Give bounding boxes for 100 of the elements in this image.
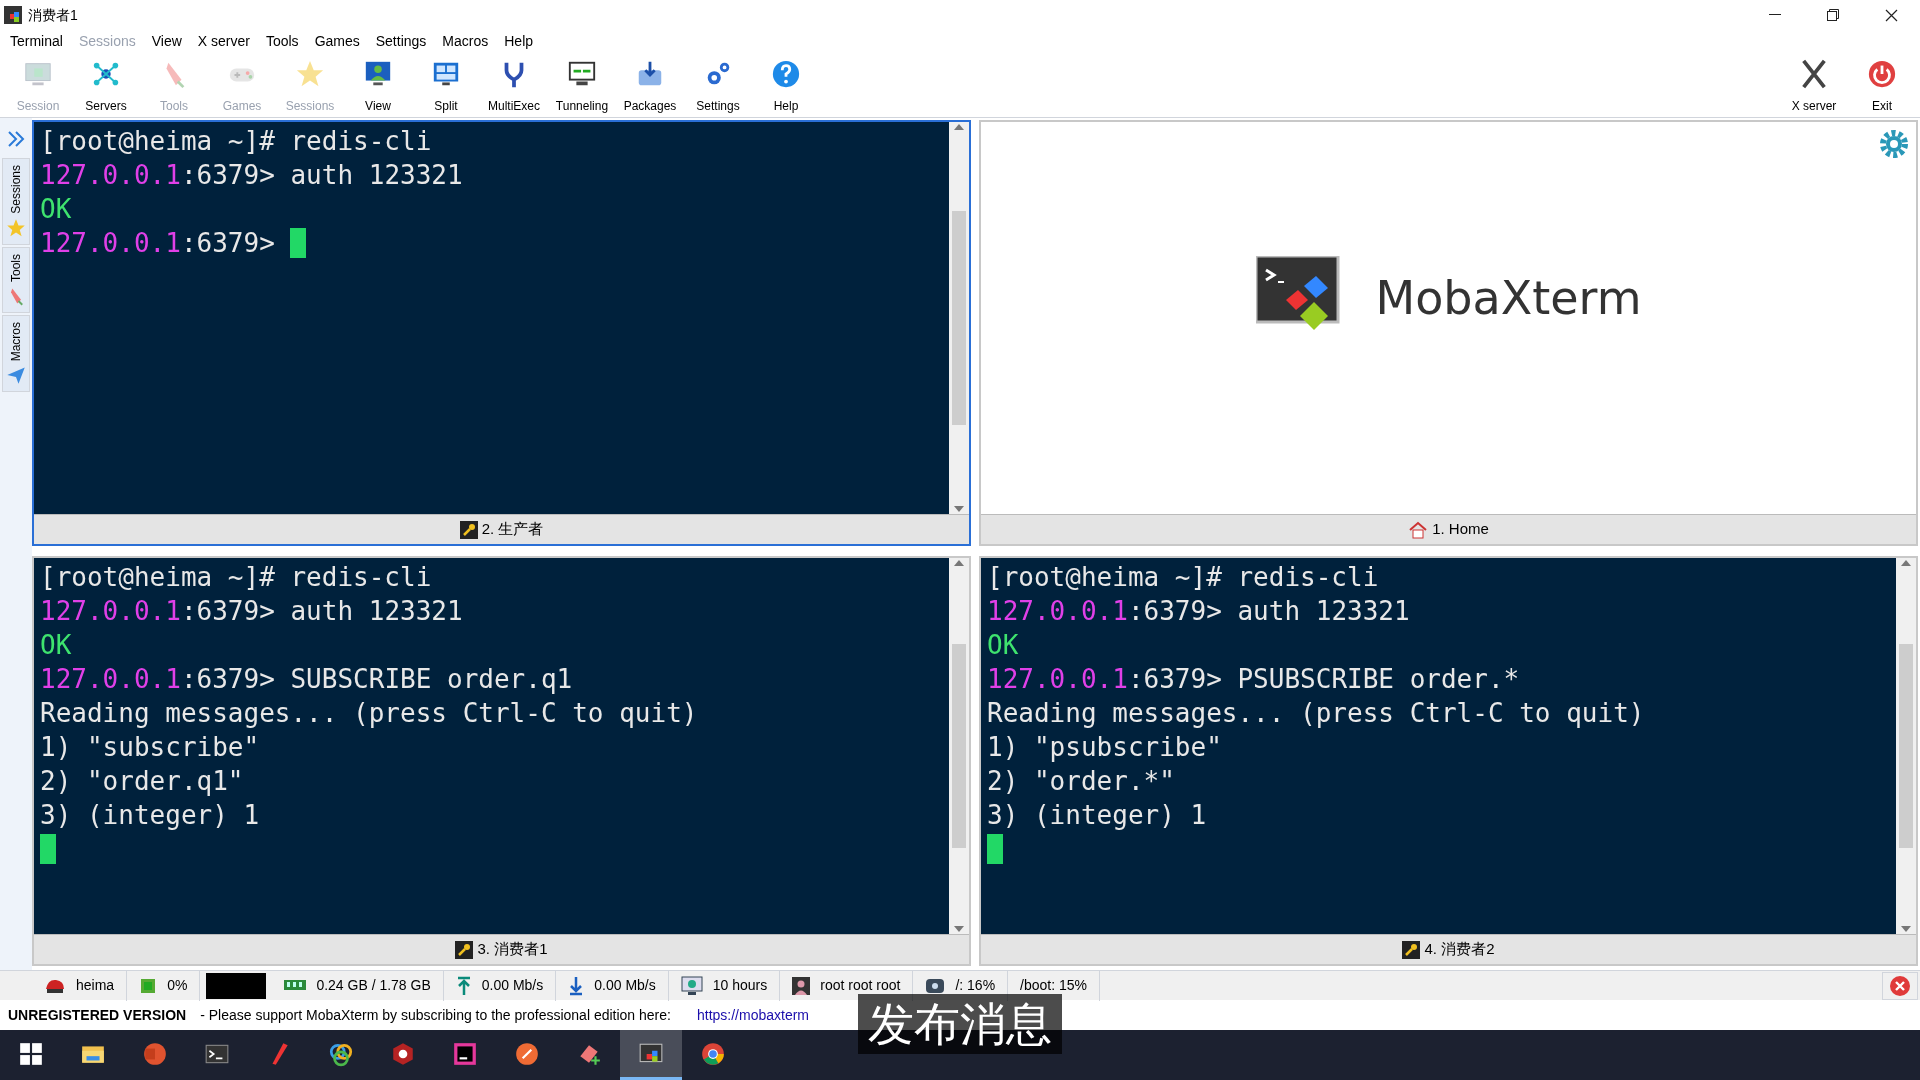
scroll-down-icon[interactable] — [954, 926, 964, 932]
terminal-text: OK — [40, 193, 72, 226]
key-icon — [459, 520, 478, 539]
session-tab[interactable]: 1. Home — [981, 514, 1916, 544]
terminal-screen[interactable]: [root@heima ~]# redis-cli 127.0.0.1:6379> auth 123321 OK 127.0.0.1:6379> PSUBSCRIBE order.* Reading messages... (press Ctrl-C to quit) 1) "psubscribe" 2) "order.*" 3) (integer) 1 — [981, 558, 1896, 934]
status-text: root root root — [820, 976, 901, 995]
app-logo-text: MobaXterm — [1375, 269, 1642, 327]
terminal-text: 2) "order.*" — [987, 765, 1175, 798]
toolbar-button[interactable]: View — [344, 55, 412, 115]
settings-icon[interactable] — [1878, 128, 1910, 160]
session-tab[interactable]: 2. 生产者 — [34, 514, 969, 544]
scrollbar[interactable] — [1896, 558, 1916, 934]
expand-icon[interactable] — [7, 130, 25, 148]
terminal-text: :6379> auth 123321 — [1127, 595, 1410, 628]
toolbar-button[interactable]: Tunneling — [548, 55, 616, 115]
toolbar-button[interactable]: Split — [412, 55, 480, 115]
subscribe-link[interactable]: https://mobaxterm — [696, 1004, 809, 1026]
scroll-up-icon[interactable] — [954, 560, 964, 566]
paper-plane-icon — [6, 365, 26, 386]
notice-text: - Please support MobaXterm by subscribing to the professional edition here: — [200, 1005, 671, 1025]
scroll-down-icon[interactable] — [954, 506, 964, 512]
terminal-text: 127.0.0.1 — [40, 663, 181, 696]
session-tab[interactable]: 3. 消费者1 — [34, 934, 969, 964]
status-text: 0.00 Mb/s — [594, 976, 656, 995]
key-icon — [455, 940, 474, 959]
scroll-up-icon[interactable] — [1901, 560, 1911, 566]
terminal-text: 127.0.0.1 — [40, 595, 181, 628]
terminal-text: 3) (integer) 1 — [40, 799, 260, 832]
rocket-icon — [514, 1040, 540, 1067]
terminal-text: 2) "order.q1" — [40, 765, 244, 798]
scrollbar[interactable] — [949, 558, 969, 934]
cube-icon — [390, 1040, 416, 1067]
scroll-up-icon[interactable] — [954, 124, 964, 130]
toolbar-button[interactable]: Servers — [72, 55, 140, 115]
toolbar-button[interactable]: Packages — [616, 55, 684, 115]
home-icon — [1408, 520, 1429, 539]
user-icon — [792, 976, 811, 995]
terminal-text: OK — [987, 629, 1019, 662]
sidebar-tab[interactable]: Macros — [2, 314, 30, 393]
status-text: 0.00 Mb/s — [481, 976, 544, 995]
status-text: /boot: 15% — [1020, 976, 1088, 995]
text-cursor — [290, 228, 307, 258]
text-cursor — [987, 834, 1003, 864]
status-text: 0.24 GB / 1.78 GB — [316, 976, 431, 995]
star-icon — [295, 59, 325, 89]
terminal-text: 1) "subscribe" — [40, 731, 260, 764]
status-text: 0% — [167, 976, 188, 995]
terminal-text: 127.0.0.1 — [40, 227, 181, 260]
terminal-screen[interactable]: [root@heima ~]# redis-cli 127.0.0.1:6379> auth 123321 OK 127.0.0.1:6379> — [34, 122, 949, 514]
key-icon — [1402, 940, 1421, 959]
terminal-text: OK — [40, 629, 72, 662]
minimize-icon — [1769, 14, 1781, 16]
close-icon — [1884, 8, 1898, 22]
restore-icon — [1827, 9, 1839, 21]
menu-item[interactable]: Macros — [434, 30, 497, 52]
toolbar-button[interactable]: Settings — [684, 55, 752, 115]
text-cursor — [40, 834, 56, 864]
terminal-text: 127.0.0.1 — [40, 159, 181, 192]
session-tab[interactable]: 4. 消费者2 — [981, 934, 1916, 964]
download-icon — [568, 975, 585, 996]
video-caption: 发布消息 — [858, 994, 1062, 1054]
toolbar-button[interactable]: Exit — [1848, 55, 1916, 115]
status-text: 10 hours — [712, 976, 768, 995]
terminal-text: :6379> PSUBSCRIBE order.* — [1127, 663, 1520, 696]
terminal-text: :6379> SUBSCRIBE order.q1 — [180, 663, 573, 696]
browser-icon — [700, 1040, 726, 1067]
toolbar-button[interactable]: X server — [1780, 55, 1848, 115]
terminal-text: [root@heima ~]# redis-cli — [40, 561, 432, 594]
terminal-text: :6379> — [180, 227, 276, 260]
terminal-screen[interactable]: [root@heima ~]# redis-cli 127.0.0.1:6379> auth 123321 OK 127.0.0.1:6379> SUBSCRIBE order.q1 Reading messages... (press Ctrl-C to quit) 1) "subscribe" 2) "order.q1" 3) (integer) 1 — [34, 558, 949, 934]
menu-item[interactable]: Tools — [257, 30, 307, 52]
sidebar-tab[interactable]: Tools — [2, 246, 30, 313]
scroll-down-icon[interactable] — [1901, 926, 1911, 932]
terminal-text: Reading messages... (press Ctrl-C to quit) — [40, 697, 698, 730]
toolbar-button[interactable]: Help — [752, 55, 820, 115]
menu-item[interactable]: Help — [496, 30, 542, 52]
scrollbar[interactable] — [949, 122, 969, 514]
star-icon — [6, 217, 26, 238]
close-button[interactable] — [1882, 971, 1918, 1000]
menu-item[interactable]: Games — [306, 30, 368, 52]
sidebar-tab[interactable]: Sessions — [2, 158, 30, 245]
presentation-icon — [142, 1040, 168, 1067]
terminal-text: 3) (integer) 1 — [987, 799, 1207, 832]
chip-icon — [139, 976, 158, 995]
app-icon — [4, 6, 22, 24]
taskbar-button[interactable] — [620, 1030, 682, 1080]
terminal-text: Reading messages... (press Ctrl-C to quit) — [987, 697, 1645, 730]
ide-icon — [452, 1040, 478, 1067]
menu-item[interactable]: X server — [189, 30, 258, 52]
toolbar-button[interactable]: MultiExec — [480, 55, 548, 115]
terminal-text: 1) "psubscribe" — [987, 731, 1222, 764]
terminal-text: :6379> auth 123321 — [180, 595, 463, 628]
menu-item[interactable]: View — [143, 30, 190, 52]
window-title: 消费者1 — [28, 5, 78, 25]
terminal-text: 127.0.0.1 — [987, 663, 1128, 696]
close-icon — [1889, 974, 1911, 997]
menu-item[interactable]: Terminal — [2, 30, 71, 52]
terminal-text: [root@heima ~]# redis-cli — [40, 125, 432, 158]
network-graph — [206, 972, 267, 999]
menu-item[interactable]: Settings — [367, 30, 435, 52]
